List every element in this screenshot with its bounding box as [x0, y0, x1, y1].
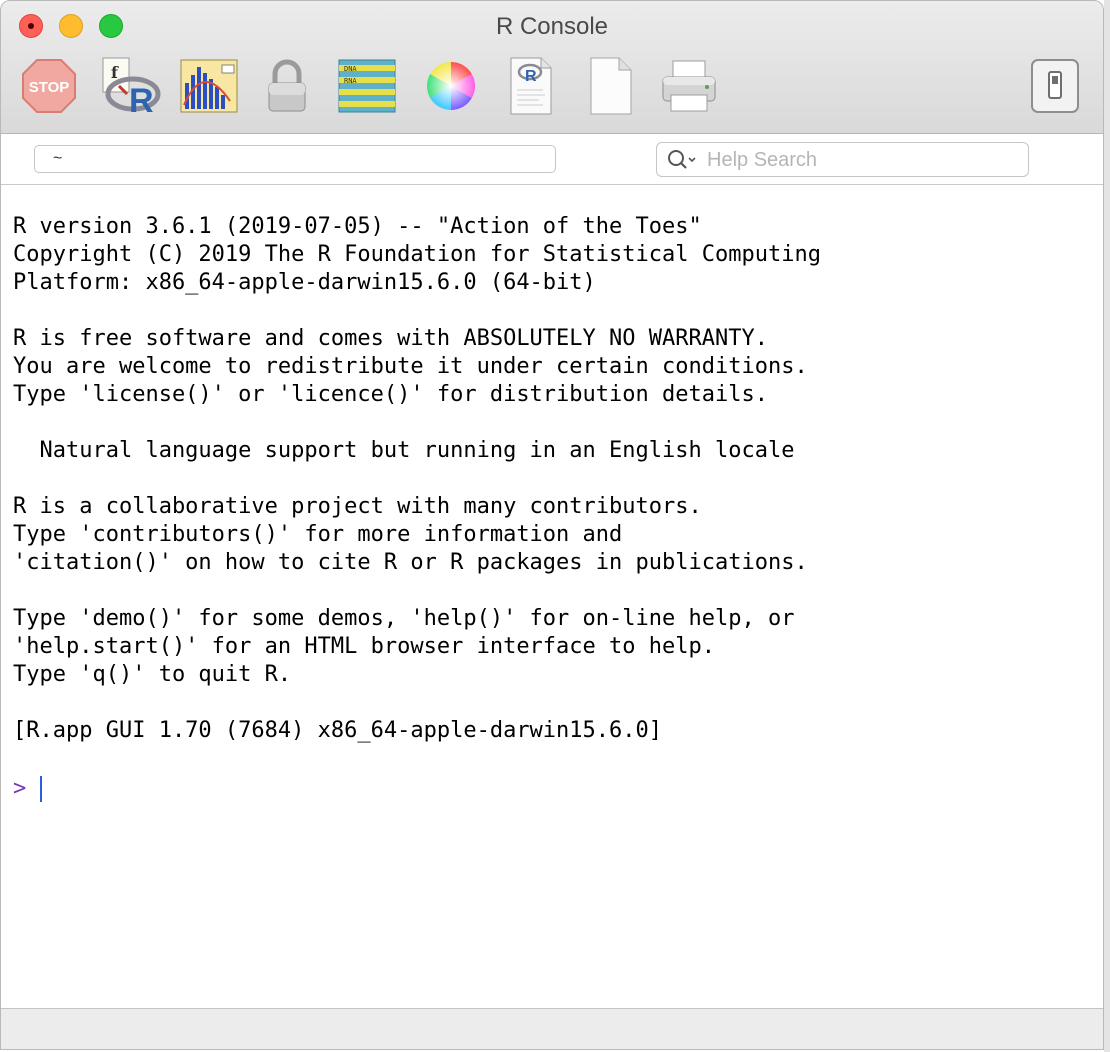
- svg-text:STOP: STOP: [29, 79, 70, 96]
- source-script-button[interactable]: f R: [97, 53, 161, 119]
- console-line: Type 'demo()' for some demos, 'help()' f…: [13, 606, 795, 631]
- title-bar: R Console STOP f R DNA RNA R: [1, 1, 1103, 134]
- console-line: Type 'contributors()' for more informati…: [13, 522, 623, 547]
- stop-button[interactable]: STOP: [17, 53, 81, 119]
- console-line: Type 'q()' to quit R.: [13, 662, 292, 687]
- console-line: You are welcome to redistribute it under…: [13, 354, 808, 379]
- quartz-graphics-button[interactable]: [177, 53, 241, 119]
- lock-icon: [268, 59, 306, 112]
- text-cursor: [40, 776, 43, 802]
- colors-button[interactable]: [419, 53, 483, 119]
- console-output: R version 3.6.1 (2019-07-05) -- "Action …: [13, 213, 1103, 745]
- stop-icon: STOP: [22, 59, 76, 113]
- source-script-icon: f R: [102, 57, 161, 116]
- svg-text:R: R: [525, 68, 537, 85]
- svg-text:DNA: DNA: [344, 65, 357, 73]
- print-icon: [662, 60, 716, 112]
- help-search-field[interactable]: Help Search: [656, 142, 1029, 177]
- console-line: R is a collaborative project with many c…: [13, 494, 702, 519]
- quartz-graphics-icon: [180, 59, 238, 113]
- console-line: Natural language support but running in …: [13, 438, 795, 463]
- color-wheel-icon: [426, 61, 476, 110]
- svg-text:R: R: [129, 82, 154, 116]
- console-line: 'citation()' on how to cite R or R packa…: [13, 550, 808, 575]
- address-bar: ~ Help Search: [1, 134, 1103, 185]
- console-line: Copyright (C) 2019 The R Foundation for …: [13, 242, 821, 267]
- workspace-browser-button[interactable]: DNA RNA: [335, 53, 399, 119]
- r-console-window: R Console STOP f R DNA RNA R ~ Help Sear…: [0, 0, 1104, 1050]
- window-title: R Console: [495, 13, 609, 40]
- console-line: 'help.start()' for an HTML browser inter…: [13, 634, 715, 659]
- lock-button[interactable]: [255, 53, 319, 119]
- console-line: R version 3.6.1 (2019-07-05) -- "Action …: [13, 214, 702, 239]
- console-line: Type 'license()' or 'licence()' for dist…: [13, 382, 768, 407]
- new-document-button[interactable]: [579, 53, 643, 119]
- status-bar: [1, 1008, 1103, 1049]
- help-search-placeholder: Help Search: [707, 149, 818, 171]
- working-directory-field[interactable]: ~: [34, 145, 556, 173]
- toggle-drawer-button[interactable]: [1023, 53, 1087, 119]
- background-window-edge: [1104, 0, 1110, 1052]
- workspace-browser-icon: DNA RNA: [338, 59, 396, 113]
- console-line: Platform: x86_64-apple-darwin15.6.0 (64-…: [13, 270, 596, 295]
- svg-text:RNA: RNA: [344, 77, 357, 85]
- toggle-drawer-icon: [1031, 59, 1079, 113]
- search-icon: [667, 149, 701, 176]
- r-document-button[interactable]: R: [499, 53, 563, 119]
- r-document-icon: R: [510, 57, 552, 115]
- new-document-icon: [590, 57, 632, 115]
- console-line: R is free software and comes with ABSOLU…: [13, 326, 768, 351]
- svg-text:f: f: [111, 63, 119, 82]
- print-button[interactable]: [657, 53, 721, 119]
- console-prompt: >: [13, 776, 27, 801]
- console-input-line[interactable]: >: [13, 775, 43, 803]
- console-line: [R.app GUI 1.70 (7684) x86_64-apple-darw…: [13, 718, 663, 743]
